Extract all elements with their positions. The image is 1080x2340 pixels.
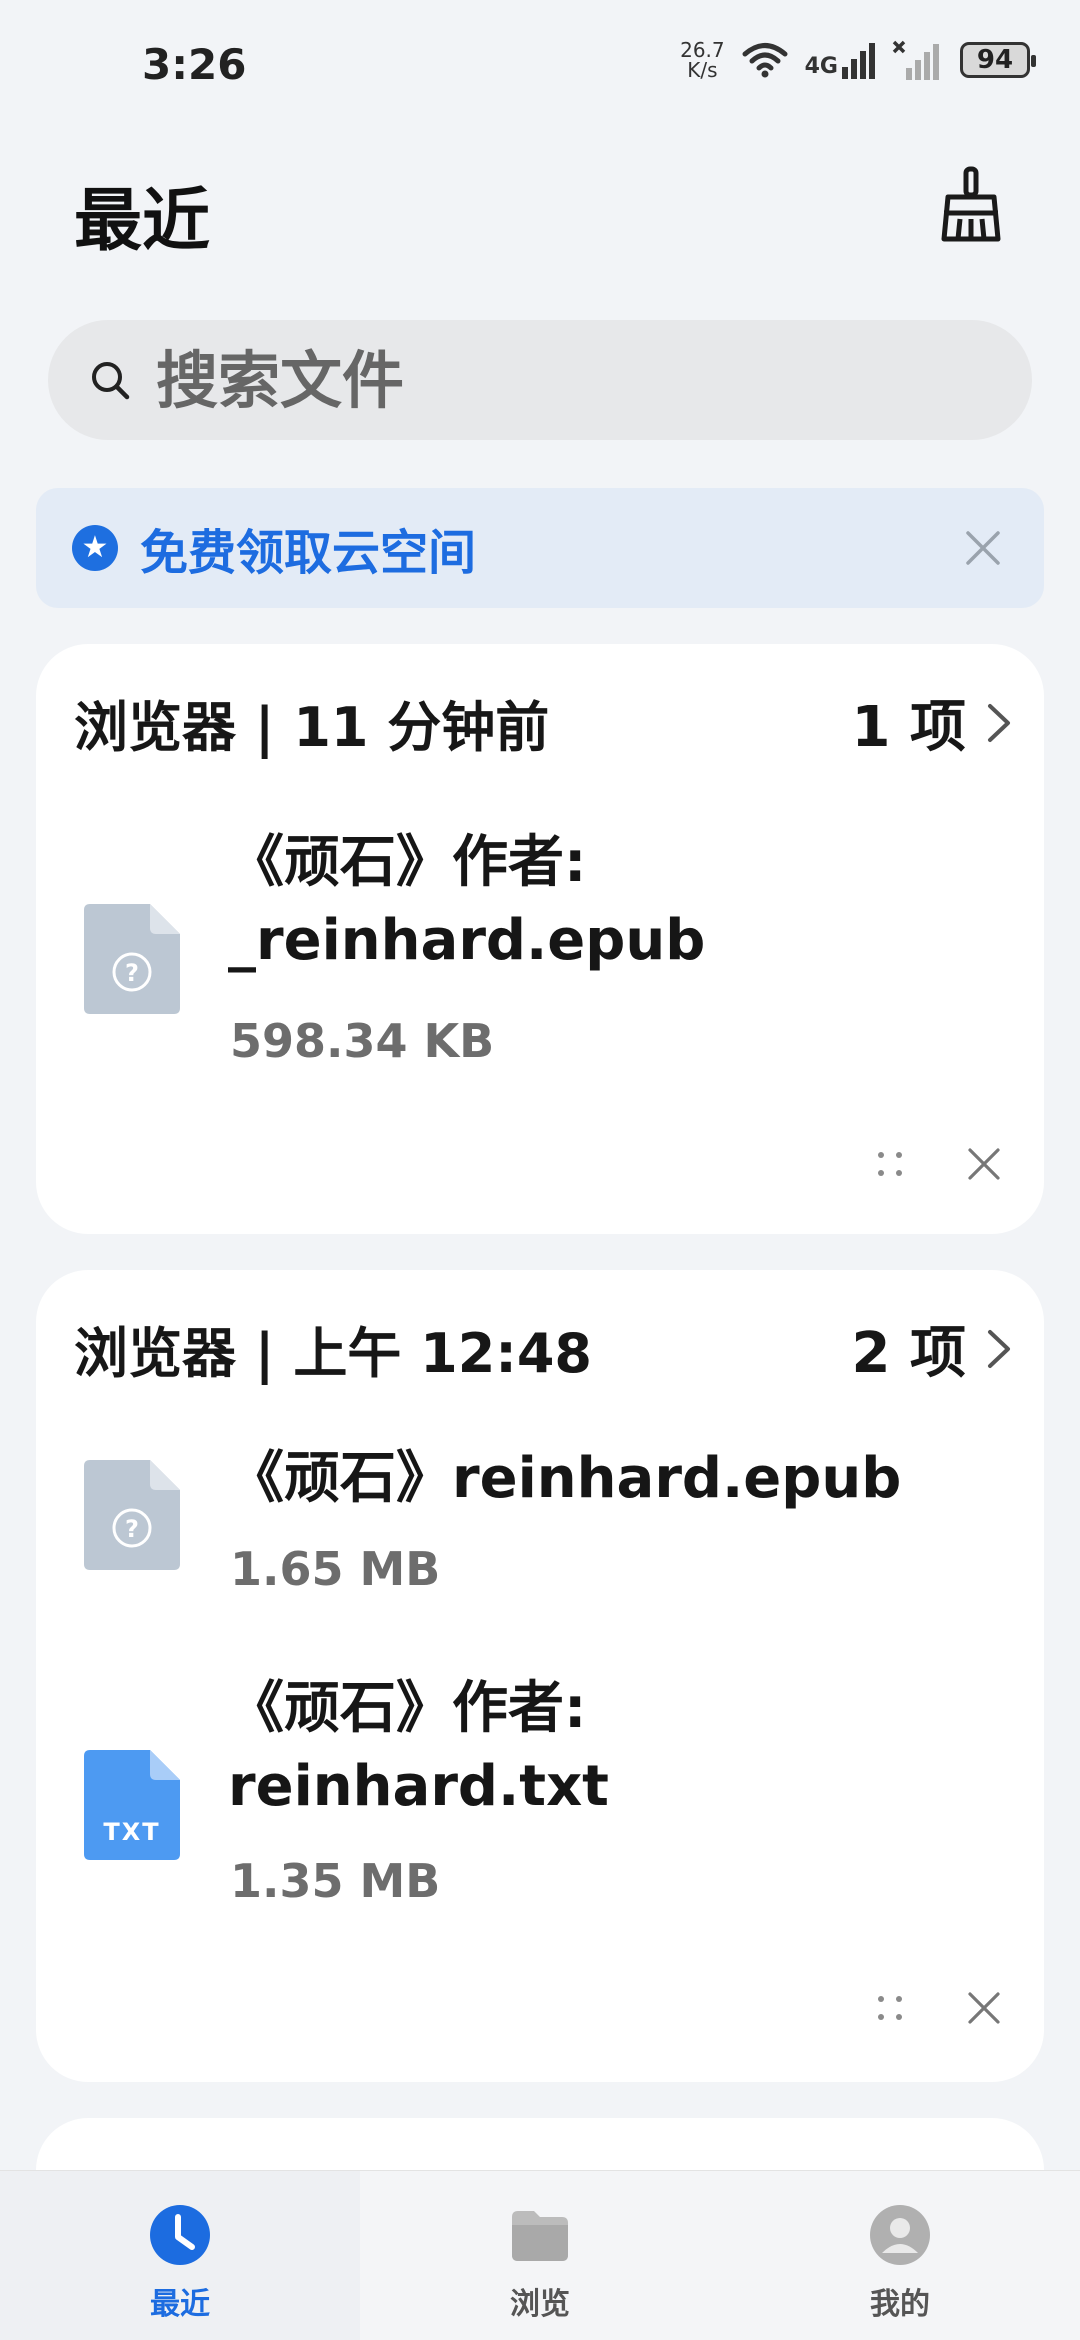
search-input[interactable] [154,342,958,418]
close-icon[interactable] [960,525,1006,571]
close-icon[interactable] [964,1144,1004,1184]
nav-item-browse[interactable]: 浏览 [360,2171,720,2340]
file-size: 1.35 MB [230,1854,441,1908]
search-icon [92,362,130,400]
cellular-signal-icon: 4G [805,41,876,79]
wifi-icon [742,43,788,78]
card-header[interactable]: 浏览器 | 11 分钟前 1 项 [74,682,1014,763]
close-icon[interactable] [964,1988,1004,2028]
recent-group-card[interactable]: 浏览器 | 上午 12:48 2 项 ? 《顽石》reinhard.epub 1… [36,1270,1044,2082]
card-actions [872,1988,1004,2028]
nav-label: 浏览 [510,2287,570,2322]
banner-text: 免费领取云空间 [140,525,477,581]
unknown-file-icon: ? [84,904,180,1014]
profile-icon [870,2205,930,2265]
drag-handle-icon[interactable] [872,1990,908,2026]
card-title: 浏览器 | 11 分钟前 [74,696,550,759]
bottom-navigation: 最近 浏览 我的 [0,2170,1080,2340]
file-item[interactable]: ? 《顽石》作者: _reinhard.epub 598.34 KB [36,824,1044,1084]
status-time: 3:26 [142,40,247,89]
chevron-right-icon [988,703,1010,742]
nav-item-mine[interactable]: 我的 [720,2171,1080,2340]
broom-icon[interactable] [936,165,1006,245]
svg-text:?: ? [125,1515,139,1543]
network-speed: 26.7 K/s [680,38,725,82]
status-icons: 26.7 K/s 4G 94 [680,38,1036,82]
cloud-space-banner[interactable]: ★ 免费领取云空间 [36,488,1044,608]
star-badge-icon: ★ [72,525,118,571]
no-signal-icon [892,40,939,80]
card-actions [872,1144,1004,1184]
drag-handle-icon[interactable] [872,1146,908,1182]
item-count: 1 项 [851,695,966,760]
folder-icon [512,2211,568,2261]
file-item[interactable]: TXT 《顽石》作者: reinhard.txt 1.35 MB [36,1670,1044,1930]
search-bar[interactable] [48,320,1032,440]
file-item[interactable]: ? 《顽石》reinhard.epub 1.65 MB [36,1440,1044,1640]
file-name: 《顽石》作者: _reinhard.epub [228,830,706,973]
svg-text:?: ? [125,959,139,987]
txt-label: TXT [103,1818,161,1846]
chevron-right-icon [988,1329,1010,1368]
card-header[interactable]: 浏览器 | 上午 12:48 2 项 [74,1308,1014,1389]
file-name: 《顽石》作者: reinhard.txt [228,1676,609,1819]
card-title: 浏览器 | 上午 12:48 [74,1322,593,1385]
clock-icon [150,2205,210,2265]
recent-group-card[interactable]: 浏览器 | 11 分钟前 1 项 ? 《顽石》作者: _reinhard.epu… [36,644,1044,1234]
file-name: 《顽石》reinhard.epub [228,1446,902,1511]
file-size: 598.34 KB [230,1014,495,1068]
nav-label: 我的 [870,2287,930,2322]
unknown-file-icon: ? [84,1460,180,1570]
item-count: 2 项 [851,1321,966,1386]
nav-label: 最近 [150,2287,210,2322]
nav-item-recent[interactable]: 最近 [0,2171,360,2340]
battery-icon: 94 [960,42,1036,78]
page-title: 最近 [74,182,211,261]
file-size: 1.65 MB [230,1542,441,1596]
